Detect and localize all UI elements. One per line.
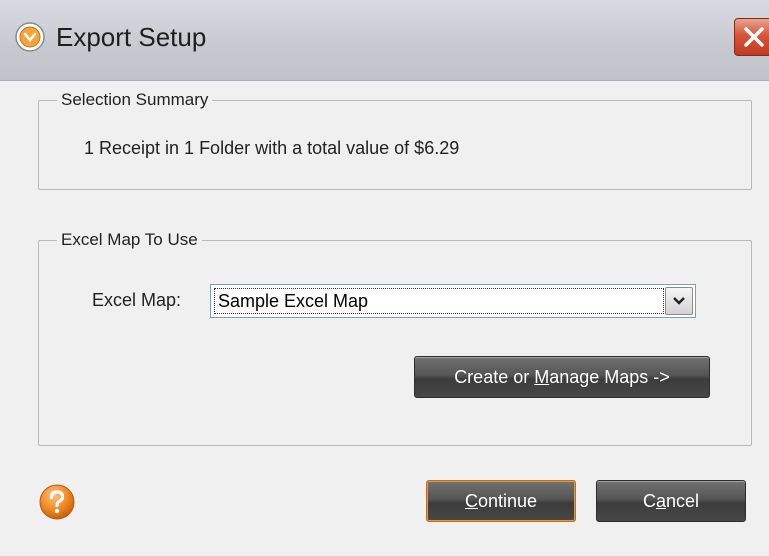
create-manage-maps-button[interactable]: Create or Manage Maps -> <box>414 356 710 398</box>
continue-button[interactable]: Continue <box>426 480 576 522</box>
close-button[interactable] <box>734 18 769 56</box>
title-bar: Export Setup <box>0 0 769 81</box>
excel-map-group <box>38 240 752 446</box>
cancel-mnemonic: a <box>655 491 666 511</box>
excel-map-legend: Excel Map To Use <box>57 230 202 250</box>
dropdown-arrow-button[interactable] <box>665 287 693 315</box>
continue-text: ontinue <box>477 491 538 511</box>
manage-button-text-prefix: Create or <box>454 367 535 387</box>
help-icon[interactable] <box>38 483 76 521</box>
app-icon <box>15 22 45 52</box>
excel-map-dropdown[interactable]: Sample Excel Map <box>210 284 696 318</box>
selection-summary-text: 1 Receipt in 1 Folder with a total value… <box>84 138 460 158</box>
close-icon <box>744 27 764 47</box>
manage-button-text-suffix: anage Maps -> <box>549 367 670 387</box>
manage-button-mnemonic: M <box>534 367 550 387</box>
selection-summary-legend: Selection Summary <box>57 90 213 110</box>
cancel-text-suffix: ncel <box>665 491 700 511</box>
cancel-button[interactable]: Cancel <box>596 480 746 522</box>
dropdown-arrow-icon <box>673 297 685 305</box>
excel-map-selected-value: Sample Excel Map <box>214 288 664 314</box>
cancel-text-prefix: C <box>642 491 656 511</box>
excel-map-label: Excel Map: <box>92 290 182 310</box>
export-setup-dialog: Export Setup Selection Summary 1 Receipt… <box>0 0 769 556</box>
window-title: Export Setup <box>56 22 207 52</box>
continue-mnemonic: C <box>464 491 478 511</box>
